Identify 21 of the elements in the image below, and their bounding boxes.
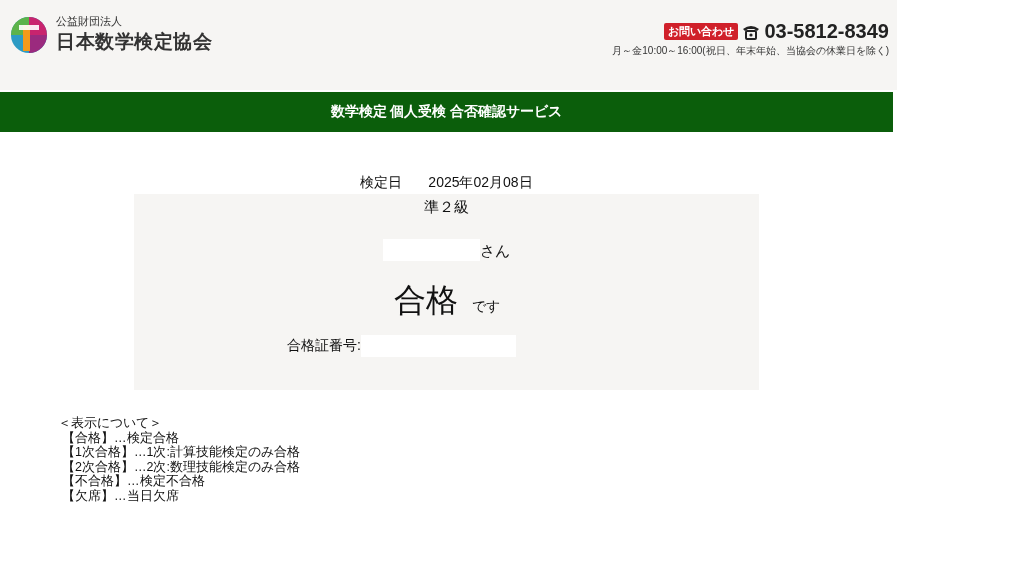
legend-item: 【2次合格】…2次:数理技能検定のみ合格 — [61, 459, 301, 474]
exam-grade: 準２級 — [424, 198, 469, 217]
phone-icon — [742, 23, 761, 40]
verdict-suffix: です — [471, 298, 500, 316]
office-hours: 月～金10:00～16:00(祝日、年末年始、当協会の休業日を除く) — [612, 44, 889, 58]
certificate-label: 合格証番号: — [287, 337, 361, 355]
date-label: 検定日 — [360, 174, 403, 192]
phone-number: 03-5812-8349 — [764, 20, 889, 43]
contact-badge: お問い合わせ — [664, 23, 739, 40]
name-suffix: さん — [480, 242, 510, 261]
service-title: 数学検定 個人受検 合否確認サービス — [0, 92, 893, 132]
legend-item: 【合格】…検定合格 — [61, 430, 180, 445]
exam-date: 2025年02月08日 — [428, 174, 533, 192]
legend-item: 【欠席】…当日欠席 — [61, 488, 180, 503]
logo-icon — [10, 15, 48, 54]
org-name: 日本数学検定協会 — [56, 30, 212, 54]
org-type: 公益財団法人 — [56, 14, 123, 29]
result-verdict: 合格 — [393, 281, 458, 320]
legend-title: ＜表示について＞ — [58, 416, 163, 431]
legend-item: 【1次合格】…1次:計算技能検定のみ合格 — [61, 445, 301, 460]
legend-item: 【不合格】…検定不合格 — [61, 474, 206, 489]
